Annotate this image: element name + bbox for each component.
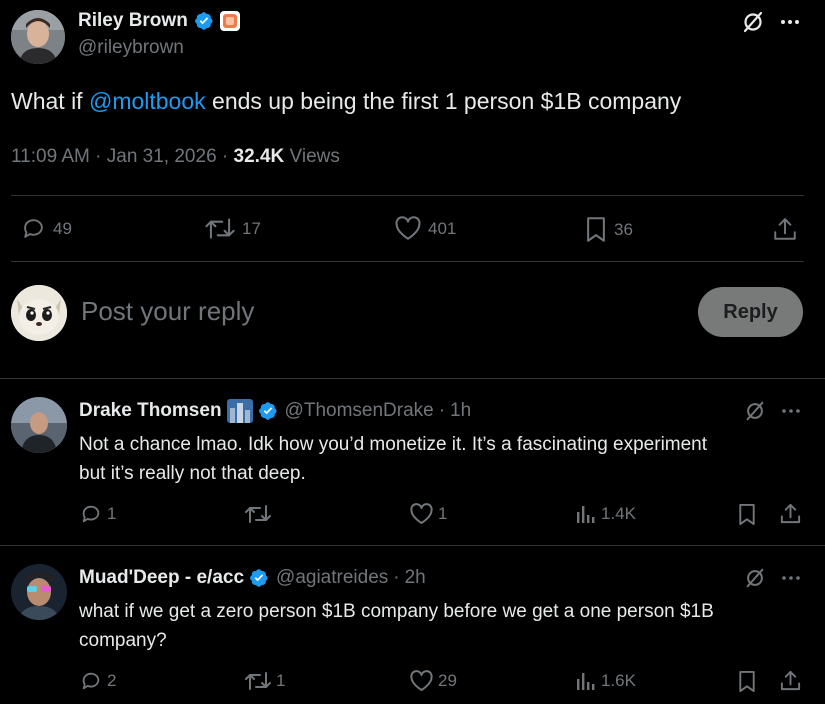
verified-badge-icon	[194, 11, 214, 31]
reply-avatar[interactable]	[11, 397, 67, 453]
reply-button-label: Reply	[723, 300, 778, 323]
bookmark-icon	[584, 216, 608, 243]
reply-text: what if we get a zero person $1B company…	[79, 597, 714, 655]
more-icon[interactable]	[780, 402, 802, 420]
tweet-text-before: What if	[11, 88, 89, 114]
repost-action[interactable]: 1	[244, 670, 285, 692]
like-action[interactable]: 1	[409, 503, 447, 525]
like-count: 1	[438, 504, 448, 523]
reply-action[interactable]: 1	[79, 503, 116, 525]
reply-avatar[interactable]	[11, 564, 67, 620]
grok-icon[interactable]	[744, 567, 766, 589]
user-avatar[interactable]	[11, 285, 67, 341]
like-icon	[409, 503, 434, 525]
views-label: Views	[284, 146, 340, 167]
divider	[11, 261, 804, 262]
bookmark-icon[interactable]	[737, 503, 757, 526]
mention-link[interactable]: @moltbook	[89, 88, 206, 114]
reply-author-handle[interactable]: @agiatreides	[276, 567, 388, 589]
reply-author-name[interactable]: Drake Thomsen	[79, 400, 222, 422]
grok-icon[interactable]	[744, 400, 766, 422]
share-icon[interactable]	[779, 669, 802, 692]
share-icon[interactable]	[779, 502, 802, 525]
tweet-text-after: ends up being the first 1 person $1B com…	[205, 88, 682, 114]
affiliate-badge-icon[interactable]	[219, 11, 240, 31]
repost-icon	[204, 216, 236, 241]
like-action[interactable]: 29	[409, 670, 457, 692]
reply-count: 1	[107, 504, 117, 523]
tweet-text: What if @moltbook ends up being the firs…	[11, 88, 681, 115]
reply-author-name[interactable]: Muad'Deep - e/acc	[79, 567, 244, 589]
like-count: 29	[438, 671, 457, 690]
like-icon	[394, 216, 422, 241]
reply-count: 2	[107, 671, 117, 690]
share-icon[interactable]	[772, 216, 798, 242]
like-action[interactable]: 401	[394, 216, 456, 241]
views-count: 32.4K	[233, 146, 285, 167]
meta-separator: ·	[89, 146, 107, 167]
repost-icon	[244, 503, 272, 525]
meta-dot: ·	[438, 400, 446, 421]
reply-icon	[20, 216, 47, 241]
views-action[interactable]: 1.6K	[575, 670, 636, 692]
repost-action[interactable]	[244, 503, 276, 525]
bookmark-count: 36	[614, 219, 633, 239]
views-count: 1.4K	[601, 504, 636, 523]
reply-time[interactable]: 2h	[405, 567, 426, 589]
more-icon[interactable]	[779, 12, 801, 32]
reply-icon	[79, 670, 103, 692]
grok-icon[interactable]	[741, 10, 765, 34]
city-emoji-icon	[226, 399, 253, 423]
tweet-date[interactable]: Jan 31, 2026	[107, 146, 217, 167]
author-name[interactable]: Riley Brown	[78, 10, 188, 32]
reply-input[interactable]: Post your reply	[81, 296, 681, 328]
tweet-time[interactable]: 11:09 AM	[11, 146, 90, 167]
author-avatar[interactable]	[11, 10, 65, 64]
meta-separator: ·	[216, 146, 234, 167]
reply-text-line: but it’s really not that deep.	[79, 463, 306, 484]
divider	[0, 378, 825, 379]
verified-badge-icon	[249, 568, 269, 588]
repost-icon	[244, 670, 272, 692]
reply-text-line: company?	[79, 630, 167, 651]
reply-action[interactable]: 2	[79, 670, 116, 692]
divider	[0, 545, 825, 546]
like-icon	[409, 670, 434, 692]
reply-text-line: Not a chance lmao. Idk how you’d monetiz…	[79, 434, 708, 455]
bookmark-icon[interactable]	[737, 670, 757, 693]
views-action[interactable]: 1.4K	[575, 503, 636, 525]
views-icon	[575, 670, 597, 692]
divider	[11, 195, 804, 196]
repost-count: 1	[276, 671, 286, 690]
meta-dot: ·	[393, 567, 400, 588]
repost-action[interactable]: 17	[204, 216, 261, 241]
reply-button[interactable]: Reply	[698, 287, 803, 337]
verified-badge-icon	[258, 401, 278, 421]
views-count: 1.6K	[601, 671, 636, 690]
tweet-meta: 11:09 AM · Jan 31, 2026 · 32.4K Views	[11, 146, 340, 168]
reply-time[interactable]: 1h	[450, 400, 471, 422]
reply-action[interactable]: 49	[20, 216, 72, 241]
views-icon	[575, 503, 597, 525]
like-count: 401	[428, 218, 457, 238]
author-handle[interactable]: @rileybrown	[78, 37, 184, 59]
bookmark-action[interactable]: 36	[584, 216, 633, 243]
reply-icon	[79, 503, 103, 525]
repost-count: 17	[242, 218, 261, 238]
reply-text: Not a chance lmao. Idk how you’d monetiz…	[79, 430, 707, 488]
more-icon[interactable]	[780, 569, 802, 587]
reply-author-handle[interactable]: @ThomsenDrake	[285, 400, 434, 422]
reply-count: 49	[53, 218, 72, 238]
reply-text-line: what if we get a zero person $1B company…	[79, 601, 714, 622]
